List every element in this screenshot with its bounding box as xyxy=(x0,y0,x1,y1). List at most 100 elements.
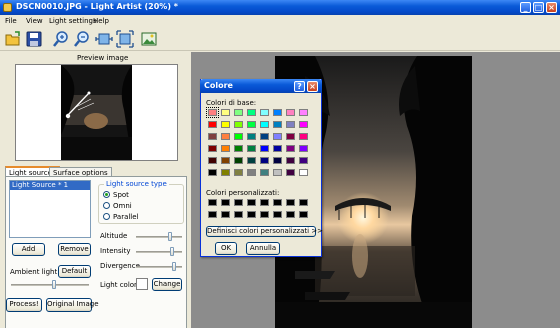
custom-color-swatch[interactable] xyxy=(247,211,256,218)
basic-color-swatch[interactable] xyxy=(208,121,217,128)
basic-color-swatch[interactable] xyxy=(221,121,230,128)
basic-color-swatch[interactable] xyxy=(247,157,256,164)
custom-color-swatch[interactable] xyxy=(260,199,269,206)
menu-light-settings[interactable]: Light settings xyxy=(49,17,97,25)
basic-color-swatch[interactable] xyxy=(221,169,230,176)
basic-color-swatch[interactable] xyxy=(208,157,217,164)
basic-color-swatch[interactable] xyxy=(273,109,282,116)
basic-color-swatch[interactable] xyxy=(260,121,269,128)
define-custom-colors-button[interactable]: Definisci colori personalizzati >> xyxy=(206,226,323,237)
custom-color-swatch[interactable] xyxy=(286,211,295,218)
radio-spot[interactable]: Spot xyxy=(103,191,129,200)
save-icon[interactable] xyxy=(25,30,43,48)
basic-color-swatch[interactable] xyxy=(299,169,308,176)
basic-color-swatch[interactable] xyxy=(206,107,219,118)
basic-color-swatch[interactable] xyxy=(299,145,308,152)
basic-color-swatch[interactable] xyxy=(273,157,282,164)
light-color-swatch[interactable] xyxy=(136,278,148,290)
basic-color-swatch[interactable] xyxy=(299,133,308,140)
custom-color-swatch[interactable] xyxy=(273,199,282,206)
change-color-button[interactable]: Change xyxy=(152,278,182,291)
basic-color-swatch[interactable] xyxy=(221,157,230,164)
basic-color-swatch[interactable] xyxy=(221,133,230,140)
ambient-default-button[interactable]: Default xyxy=(58,265,91,278)
basic-color-swatch[interactable] xyxy=(299,109,308,116)
fit-window-icon[interactable] xyxy=(116,30,134,48)
custom-color-swatch[interactable] xyxy=(247,199,256,206)
custom-color-swatch[interactable] xyxy=(260,211,269,218)
basic-color-swatch[interactable] xyxy=(247,169,256,176)
basic-color-swatch[interactable] xyxy=(234,157,243,164)
basic-color-swatch[interactable] xyxy=(221,109,230,116)
light-source-list[interactable]: Light Source * 1 xyxy=(9,180,91,238)
basic-color-swatch[interactable] xyxy=(260,145,269,152)
custom-color-swatch[interactable] xyxy=(234,211,243,218)
dialog-close-button[interactable]: × xyxy=(307,81,318,92)
basic-color-swatch[interactable] xyxy=(234,169,243,176)
basic-color-swatch[interactable] xyxy=(247,145,256,152)
basic-color-swatch[interactable] xyxy=(247,133,256,140)
custom-color-swatch[interactable] xyxy=(208,199,217,206)
menu-help[interactable]: Help xyxy=(93,17,109,25)
divergence-slider[interactable] xyxy=(171,262,176,271)
original-image-button[interactable]: Original Image xyxy=(46,298,99,312)
basic-color-swatch[interactable] xyxy=(286,169,295,176)
custom-color-swatch[interactable] xyxy=(299,199,308,206)
basic-color-swatch[interactable] xyxy=(273,145,282,152)
basic-color-swatch[interactable] xyxy=(234,109,243,116)
basic-color-swatch[interactable] xyxy=(299,121,308,128)
basic-color-swatch[interactable] xyxy=(208,145,217,152)
basic-color-swatch[interactable] xyxy=(208,133,217,140)
custom-color-swatch[interactable] xyxy=(221,199,230,206)
custom-color-swatch[interactable] xyxy=(208,211,217,218)
show-image-icon[interactable] xyxy=(140,30,158,48)
maximize-button[interactable]: □ xyxy=(533,2,544,13)
basic-color-swatch[interactable] xyxy=(286,157,295,164)
minimize-button[interactable]: _ xyxy=(520,2,531,13)
color-dialog-title-bar[interactable]: Colore ? × xyxy=(200,79,322,93)
basic-color-swatch[interactable] xyxy=(260,157,269,164)
radio-parallel[interactable]: Parallel xyxy=(103,213,139,222)
altitude-slider[interactable] xyxy=(167,232,172,241)
intensity-slider[interactable] xyxy=(169,247,174,256)
basic-color-swatch[interactable] xyxy=(286,121,295,128)
basic-color-swatch[interactable] xyxy=(247,121,256,128)
cancel-button[interactable]: Annulla xyxy=(246,242,280,255)
add-button[interactable]: Add xyxy=(12,243,45,256)
radio-omni[interactable]: Omni xyxy=(103,202,132,211)
list-item[interactable]: Light Source * 1 xyxy=(10,181,90,190)
close-button[interactable]: × xyxy=(546,2,557,13)
custom-color-swatch[interactable] xyxy=(221,211,230,218)
menu-file[interactable]: File xyxy=(5,17,17,25)
basic-color-swatch[interactable] xyxy=(234,133,243,140)
basic-color-swatch[interactable] xyxy=(260,109,269,116)
basic-color-swatch[interactable] xyxy=(286,145,295,152)
open-icon[interactable] xyxy=(4,30,22,48)
custom-color-swatch[interactable] xyxy=(299,211,308,218)
custom-color-swatch[interactable] xyxy=(234,199,243,206)
process-button[interactable]: Process! xyxy=(6,298,42,312)
basic-color-swatch[interactable] xyxy=(273,169,282,176)
basic-color-swatch[interactable] xyxy=(260,169,269,176)
basic-color-swatch[interactable] xyxy=(221,145,230,152)
zoom-in-icon[interactable] xyxy=(52,30,70,48)
basic-color-swatch[interactable] xyxy=(234,145,243,152)
help-button[interactable]: ? xyxy=(294,81,305,92)
basic-color-swatch[interactable] xyxy=(208,169,217,176)
ambient-slider[interactable] xyxy=(51,280,56,289)
basic-color-swatch[interactable] xyxy=(286,133,295,140)
menu-view[interactable]: View xyxy=(26,17,43,25)
basic-color-swatch[interactable] xyxy=(273,133,282,140)
basic-color-swatch[interactable] xyxy=(273,121,282,128)
basic-color-swatch[interactable] xyxy=(234,121,243,128)
basic-color-swatch[interactable] xyxy=(299,157,308,164)
fit-width-icon[interactable] xyxy=(95,30,113,48)
remove-button[interactable]: Remove xyxy=(58,243,91,256)
custom-color-swatch[interactable] xyxy=(286,199,295,206)
basic-color-swatch[interactable] xyxy=(247,109,256,116)
ok-button[interactable]: OK xyxy=(215,242,237,255)
title-bar[interactable]: DSCN0010.JPG - Light Artist (20%) * _ □ … xyxy=(0,0,560,15)
zoom-out-icon[interactable] xyxy=(73,30,91,48)
basic-color-swatch[interactable] xyxy=(260,133,269,140)
custom-color-swatch[interactable] xyxy=(273,211,282,218)
